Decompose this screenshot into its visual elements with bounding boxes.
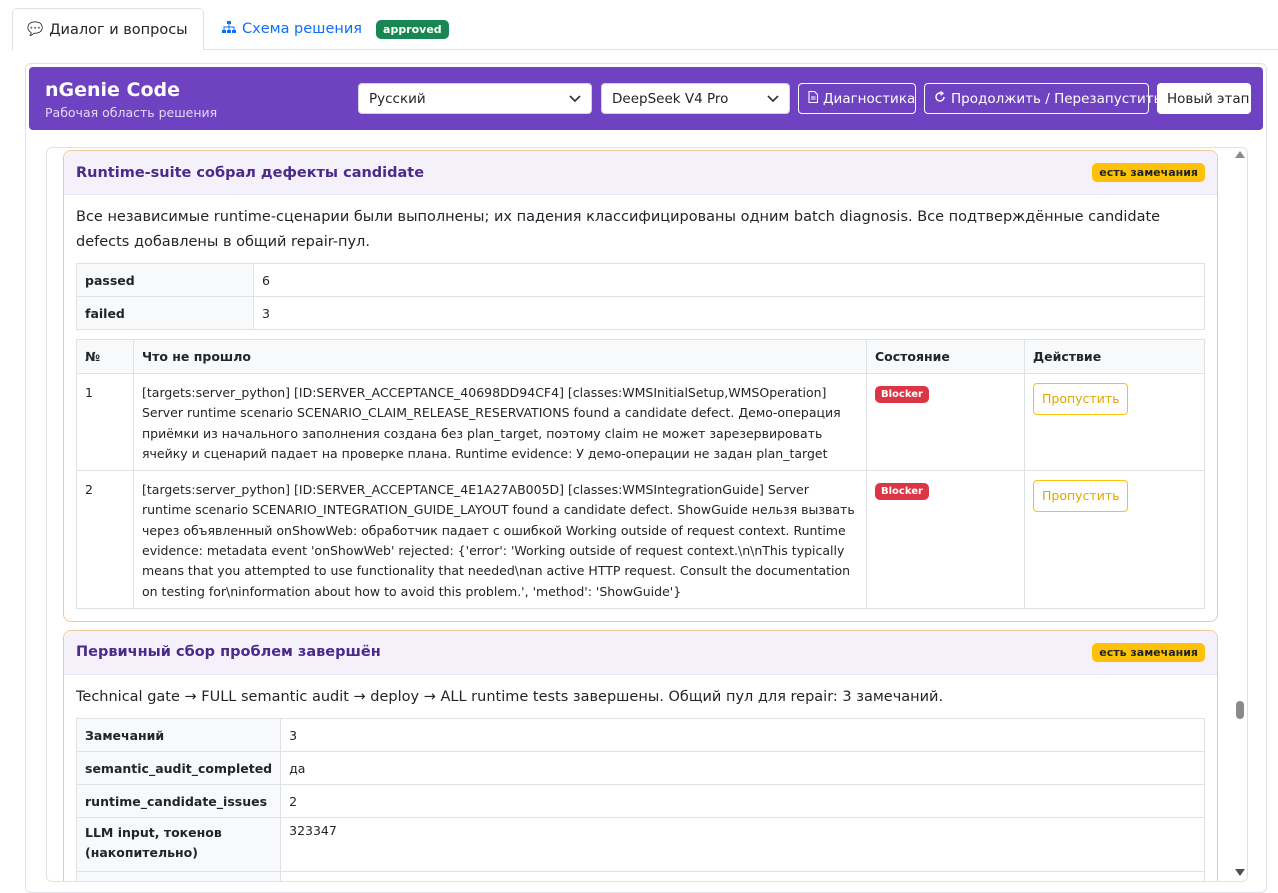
continue-restart-label: Продолжить / Перезапустить [951, 90, 1162, 107]
skip-button[interactable]: Пропустить [1033, 480, 1129, 513]
workspace-header: nGenie Code Рабочая область решения Русс… [29, 67, 1263, 130]
table-row: passed 6 [76, 263, 1205, 297]
summary-table: Замечаний 3 semantic_audit_completed да … [75, 717, 1205, 881]
results-scroll-area[interactable]: Runtime-suite собрал дефекты candidate е… [46, 147, 1248, 882]
document-icon [808, 90, 819, 107]
stat-value: 2 [280, 783, 1205, 818]
row-text: [targets:server_python] [ID:SERVER_ACCEP… [133, 372, 867, 472]
blocker-badge: Blocker [875, 386, 929, 403]
stat-value: 6 [253, 263, 1205, 297]
stat-value: да [280, 750, 1205, 785]
section-header: Runtime-suite собрал дефекты candidate е… [64, 151, 1217, 195]
section-description: Technical gate → FULL semantic audit → d… [76, 688, 944, 705]
scrollbar-thumb[interactable] [1236, 701, 1244, 719]
app-subtitle: Рабочая область решения [45, 105, 218, 120]
stat-key: semantic_audit_completed [75, 750, 282, 785]
tab-scheme-label: Схема решения [242, 21, 363, 37]
chevron-down-icon [767, 92, 779, 106]
col-what-header: Что не прошло [133, 339, 867, 374]
scroll-up-arrow-icon[interactable] [1235, 151, 1245, 158]
diagnostics-button[interactable]: Диагностика [798, 83, 916, 114]
section-header: Первичный сбор проблем завершён есть зам… [64, 630, 1217, 675]
stat-key: runtime_candidate_issues [75, 783, 282, 818]
col-num-header: № [76, 339, 134, 374]
table-row: failed 3 [76, 296, 1205, 330]
table-row: LLM input, токенов (накопительно) 323347 [75, 816, 1205, 872]
stat-key: passed [76, 263, 254, 297]
row-state: Blocker [866, 372, 1025, 472]
new-stage-button[interactable]: Новый этап [1157, 83, 1251, 114]
primary-collection-section: Первичный сбор проблем завершён есть зам… [63, 629, 1218, 881]
skip-button[interactable]: Пропустить [1033, 383, 1129, 416]
table-row: Замечаний 3 [75, 717, 1205, 752]
table-row: semantic_audit_completed да [75, 750, 1205, 785]
row-state: Blocker [866, 470, 1025, 609]
stat-value: 3 [280, 717, 1205, 752]
stat-key: LLM input, токенов (накопительно) [75, 816, 282, 872]
sitemap-icon [222, 20, 236, 38]
new-stage-label: Новый этап [1167, 90, 1250, 107]
language-select-value: Русский [369, 90, 426, 107]
section-body: Все независимые runtime-сценарии были вы… [64, 195, 1217, 621]
refresh-icon [934, 90, 946, 107]
section-title: Первичный сбор проблем завершён [76, 644, 381, 661]
chat-icon: 💬 [27, 22, 44, 37]
workspace-card: nGenie Code Рабочая область решения Русс… [25, 63, 1267, 893]
stat-value: 3 [253, 296, 1205, 330]
approved-badge: approved [376, 19, 449, 39]
section-description: Все независимые runtime-сценарии были вы… [76, 209, 1161, 250]
section-title: Runtime-suite собрал дефекты candidate [76, 164, 425, 181]
col-state-header: Состояние [866, 339, 1025, 374]
row-action: Пропустить [1024, 470, 1205, 609]
model-select[interactable]: DeepSeek V4 Pro [601, 83, 790, 114]
results-list: Runtime-suite собрал дефекты candidate е… [63, 150, 1218, 881]
tab-bar: 💬 Диалог и вопросы Схема решения approve… [12, 8, 1278, 51]
tab-dialog-label: Диалог и вопросы [49, 21, 188, 38]
model-select-value: DeepSeek V4 Pro [612, 90, 729, 107]
table-row: 2 [targets:server_python] [ID:SERVER_ACC… [76, 470, 1205, 609]
vertical-scrollbar[interactable] [1231, 148, 1247, 881]
table-row [75, 870, 1205, 881]
tab-dialog[interactable]: 💬 Диалог и вопросы [12, 8, 204, 51]
row-text: [targets:server_python] [ID:SERVER_ACCEP… [133, 470, 867, 609]
col-action-header: Действие [1024, 339, 1205, 374]
stats-table: passed 6 failed 3 [76, 263, 1205, 330]
issues-badge: есть замечания [1092, 163, 1205, 182]
blocker-badge: Blocker [875, 483, 929, 501]
app-title: nGenie Code [45, 79, 181, 101]
section-body: Technical gate → FULL semantic audit → d… [64, 675, 1217, 881]
defects-table: № Что не прошло Состояние Действие 1 [ta… [76, 339, 1205, 609]
table-header-row: № Что не прошло Состояние Действие [76, 339, 1205, 374]
diagnostics-label: Диагностика [823, 90, 916, 107]
issues-badge: есть замечания [1092, 642, 1205, 662]
table-row: 1 [targets:server_python] [ID:SERVER_ACC… [76, 372, 1205, 472]
stat-key [75, 870, 282, 881]
chevron-down-icon [569, 92, 581, 106]
row-action: Пропустить [1024, 372, 1205, 472]
runtime-suite-section: Runtime-suite собрал дефекты candidate е… [63, 150, 1218, 622]
continue-restart-button[interactable]: Продолжить / Перезапустить [924, 83, 1162, 114]
stat-value [280, 870, 1205, 881]
stat-value: 323347 [280, 816, 1205, 872]
scroll-down-arrow-icon[interactable] [1235, 869, 1245, 876]
stat-key: failed [76, 296, 254, 330]
language-select[interactable]: Русский [358, 83, 592, 114]
tab-scheme[interactable]: Схема решения approved [208, 8, 463, 50]
table-row: runtime_candidate_issues 2 [75, 783, 1205, 818]
row-num: 2 [76, 470, 134, 609]
row-num: 1 [76, 372, 134, 472]
stat-key: Замечаний [75, 717, 282, 752]
